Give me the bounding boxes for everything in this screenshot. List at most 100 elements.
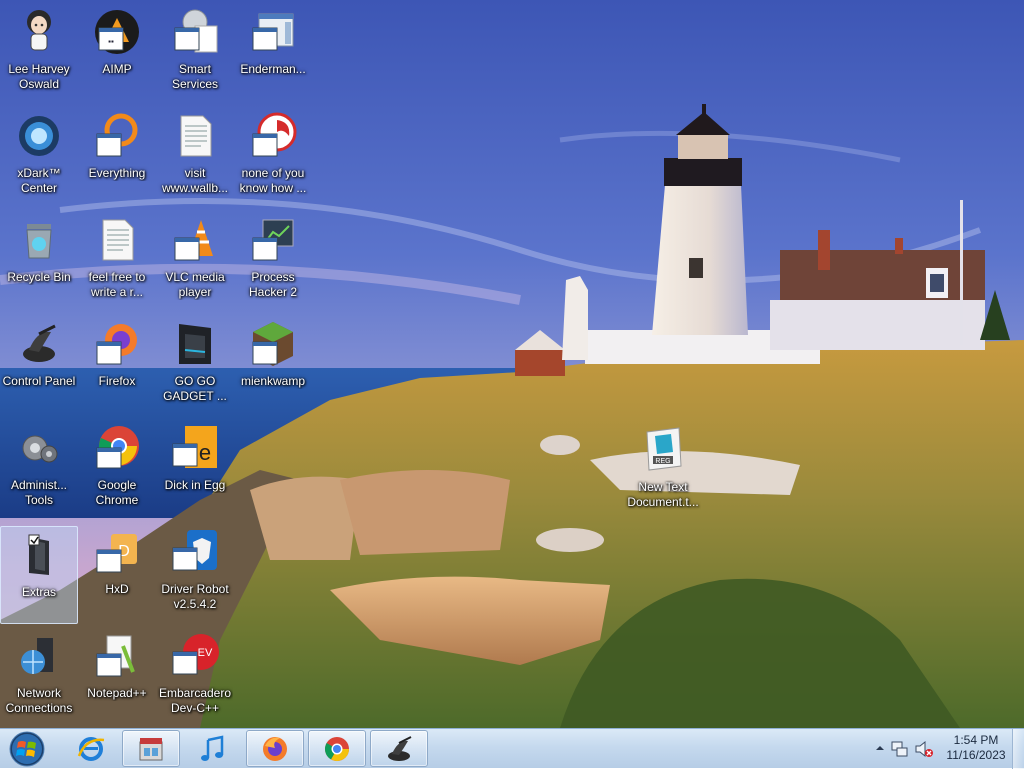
icon-label: Notepad++ bbox=[87, 686, 147, 700]
control-panel-icon bbox=[15, 320, 63, 368]
icon-label: Control Panel bbox=[2, 374, 76, 388]
icon-label: Administ... bbox=[10, 478, 67, 492]
aimp-icon: ▪▪ bbox=[93, 8, 141, 56]
recycle-bin-icon bbox=[15, 216, 63, 264]
xdark-center-icon bbox=[15, 112, 63, 160]
internet-explorer-icon bbox=[77, 736, 105, 761]
desktop-icon-enderman[interactable]: Enderman... bbox=[234, 4, 312, 102]
vlc-icon bbox=[171, 216, 219, 264]
icon-label: Google bbox=[97, 478, 137, 492]
dev-cpp-icon: EV bbox=[171, 632, 219, 680]
icon-label: Network bbox=[16, 686, 61, 700]
desktop-icon-embarcadero-dev-cpp[interactable]: EV Embarcadero Dev-C++ bbox=[156, 628, 234, 726]
windows-orb-icon bbox=[9, 731, 45, 767]
taskbar-chrome[interactable] bbox=[308, 730, 366, 767]
chrome-icon bbox=[324, 736, 349, 761]
icon-label: HxD bbox=[105, 582, 129, 596]
desktop-icon-mienkwamp[interactable]: mienkwamp bbox=[234, 316, 312, 414]
desktop-icon-smart-services[interactable]: Smart Services bbox=[156, 4, 234, 102]
desktop-icon-firefox[interactable]: Firefox bbox=[78, 316, 156, 414]
icon-label: Hacker 2 bbox=[248, 285, 298, 299]
text-document-icon bbox=[171, 112, 219, 160]
icon-label: Chrome bbox=[95, 493, 139, 507]
icon-label: Tools bbox=[24, 493, 53, 507]
icon-label: Extras bbox=[21, 585, 56, 599]
icon-label: Everything bbox=[88, 166, 146, 180]
gadget-icon bbox=[171, 320, 219, 368]
process-hacker-icon bbox=[249, 216, 297, 264]
desktop-icon-control-panel[interactable]: Control Panel bbox=[0, 316, 78, 414]
icon-label: GADGET ... bbox=[163, 389, 227, 403]
desktop-icon-xdark-center[interactable]: xDark™ Center bbox=[0, 108, 78, 206]
network-connections-icon bbox=[15, 632, 63, 680]
icon-label: GO GO bbox=[174, 374, 216, 388]
chrome-icon bbox=[93, 424, 141, 472]
desktop-icon-extras[interactable]: Extras bbox=[0, 526, 78, 624]
taskbar-clock[interactable]: 1:54 PM 11/16/2023 bbox=[940, 733, 1012, 763]
desktop-icon-network-connections[interactable]: Network Connections bbox=[0, 628, 78, 726]
text-document-icon bbox=[93, 216, 141, 264]
icon-label: Driver Robot bbox=[161, 582, 229, 596]
taskbar-store[interactable] bbox=[122, 730, 180, 767]
desktop-icon-new-text-document[interactable]: REG New Text Document.t... bbox=[624, 422, 702, 520]
icon-label: visit bbox=[184, 166, 206, 180]
extras-folder-icon bbox=[15, 531, 63, 579]
dick-in-egg-icon: e bbox=[171, 424, 219, 472]
icon-label: xDark™ bbox=[17, 166, 61, 180]
svg-text:REG: REG bbox=[655, 458, 670, 465]
icon-label: v2.5.4.2 bbox=[173, 597, 217, 611]
notepad-plus-icon bbox=[93, 632, 141, 680]
icon-label: write a r... bbox=[90, 285, 143, 299]
icon-label: Smart bbox=[178, 62, 211, 76]
clock-time: 1:54 PM bbox=[953, 733, 999, 747]
desktop-icon-aimp[interactable]: ▪▪ AIMP bbox=[78, 4, 156, 102]
icon-label: none of you bbox=[241, 166, 305, 180]
driver-robot-icon bbox=[171, 528, 219, 576]
desktop-icon-vlc-media-player[interactable]: VLC media player bbox=[156, 212, 234, 310]
svg-text:▪▪: ▪▪ bbox=[108, 37, 114, 46]
icon-label: know how ... bbox=[239, 181, 307, 195]
show-hidden-icons-arrow-icon[interactable] bbox=[874, 743, 886, 753]
volume-muted-icon[interactable] bbox=[914, 739, 934, 759]
anime-character-icon bbox=[15, 8, 63, 56]
desktop-icon-everything[interactable]: Everything bbox=[78, 108, 156, 206]
store-icon bbox=[139, 737, 163, 760]
icon-label: Firefox bbox=[98, 374, 136, 388]
desktop-icon-recycle-bin[interactable]: Recycle Bin bbox=[0, 212, 78, 310]
icon-label: player bbox=[178, 285, 212, 299]
icon-label: Lee Harvey bbox=[8, 62, 70, 76]
desktop-icon-hxd[interactable]: D HxD bbox=[78, 524, 156, 622]
desktop-icon-go-go-gadget[interactable]: GO GO GADGET ... bbox=[156, 316, 234, 414]
desktop-icon-administrative-tools[interactable]: Administ... Tools bbox=[0, 420, 78, 518]
taskbar: 1:54 PM 11/16/2023 bbox=[0, 728, 1024, 769]
icon-label: Recycle Bin bbox=[7, 270, 71, 284]
hxd-icon: D bbox=[93, 528, 141, 576]
desktop-icon-lee-harvey-oswald[interactable]: Lee Harvey Oswald bbox=[0, 4, 78, 102]
taskbar-music-player[interactable] bbox=[184, 730, 242, 767]
clock-date: 11/16/2023 bbox=[946, 748, 1006, 762]
network-tray-icon[interactable] bbox=[890, 739, 910, 759]
icon-label: Center bbox=[20, 181, 58, 195]
taskbar-control-panel[interactable] bbox=[370, 730, 428, 767]
desktop-icon-process-hacker-2[interactable]: Process Hacker 2 bbox=[234, 212, 312, 310]
show-desktop-button[interactable] bbox=[1012, 729, 1024, 769]
icon-label: Dev-C++ bbox=[170, 701, 220, 715]
desktop-icon-dick-in-egg[interactable]: e Dick in Egg bbox=[156, 420, 234, 518]
desktop-icon-google-chrome[interactable]: Google Chrome bbox=[78, 420, 156, 518]
start-button[interactable] bbox=[4, 730, 50, 768]
desktop-icon-feel-free-to-write[interactable]: feel free to write a r... bbox=[78, 212, 156, 310]
desktop-icon-none-of-you-know-how[interactable]: none of you know how ... bbox=[234, 108, 312, 206]
icon-label: Process bbox=[251, 270, 295, 284]
desktop-icon-driver-robot[interactable]: Driver Robot v2.5.4.2 bbox=[156, 524, 234, 622]
enderman-icon bbox=[249, 8, 297, 56]
desktop-icon-visit-wallb[interactable]: visit www.wallb... bbox=[156, 108, 234, 206]
icon-label: Services bbox=[171, 77, 218, 91]
firefox-icon bbox=[263, 736, 287, 761]
music-note-icon bbox=[201, 734, 224, 761]
desktop-icon-notepad-plus-plus[interactable]: Notepad++ bbox=[78, 628, 156, 726]
icon-label: Connections bbox=[5, 701, 73, 715]
taskbar-firefox[interactable] bbox=[246, 730, 304, 767]
taskbar-internet-explorer[interactable] bbox=[62, 730, 120, 767]
minecraft-icon bbox=[249, 320, 297, 368]
icon-label: New Text bbox=[638, 480, 688, 494]
